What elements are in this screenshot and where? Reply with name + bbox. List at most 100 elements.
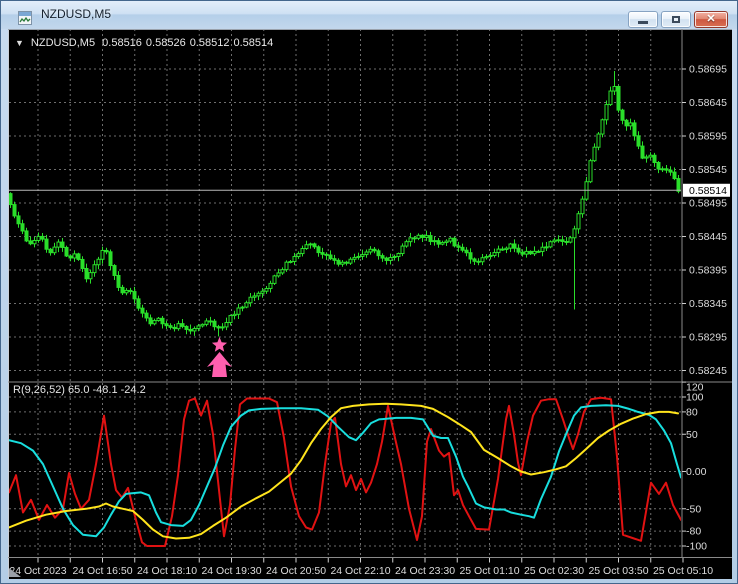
candle [580,196,585,218]
candle [124,288,129,296]
candle [372,246,377,254]
candle [180,318,185,329]
svg-text:0.58445: 0.58445 [689,231,727,243]
candle [76,252,81,261]
candle [660,166,665,172]
time-axis[interactable]: 24 Oct 2023 24 Oct 16:50 24 Oct 18:10 24 Oc… [9,558,713,577]
candle [668,166,673,176]
candle [484,254,489,260]
candle [572,225,577,310]
candle [388,253,393,265]
candle [300,245,305,257]
candle [176,320,181,331]
candle [412,236,417,243]
candle [216,324,221,337]
svg-text:24 Oct 23:30: 24 Oct 23:30 [395,565,455,577]
candle [528,250,533,256]
price-axis[interactable]: 0.58695 0.58645 0.58595 0.58545 0.58495 0.584… [682,64,730,378]
candle [164,320,169,330]
svg-text:25 Oct 05:10: 25 Oct 05:10 [653,565,713,577]
candle [144,310,149,322]
candle [92,260,97,277]
candle [508,242,513,253]
window-title: NZDUSD,M5 [41,7,112,21]
candle [616,85,621,113]
candle [64,245,69,257]
chart-canvas[interactable]: 0.58695 0.58645 0.58595 0.58545 0.58495 0.584… [8,29,732,579]
candle [44,234,49,253]
open-value: 0.58516 [102,37,142,49]
candle [240,305,245,312]
candle [132,286,137,304]
candle [428,231,433,245]
candle [100,246,105,264]
chart-client-area[interactable]: 0.58695 0.58645 0.58595 0.58545 0.58495 0.584… [8,29,732,579]
candle [128,287,133,295]
collapse-panel-icon[interactable]: ▼ [15,38,24,48]
candle [364,249,369,258]
candle [584,176,589,201]
indicator-header: R(9,26,52) 65.0 -48.1 -24.2 [13,384,146,396]
candle [108,249,113,271]
minimize-button[interactable] [628,11,658,28]
indicator-axis[interactable]: 12010080500.00-50-80-100 [682,382,707,553]
candle [544,241,549,252]
candle [308,242,313,249]
candle [140,304,145,318]
candle [112,264,117,281]
svg-text:0.58545: 0.58545 [689,164,727,176]
candle [524,246,529,258]
candle [280,267,285,275]
candle [148,314,153,327]
title-bar: NZDUSD,M5 ✕ [1,1,737,29]
minimize-icon [638,21,648,24]
candle [612,71,617,96]
candle [476,258,481,266]
candle [296,251,301,259]
restore-icon [672,16,680,23]
svg-text:-80: -80 [686,526,701,538]
candle [96,256,101,270]
candle [620,108,625,125]
candle [592,143,597,162]
candle [192,326,197,336]
candle [52,242,57,256]
svg-text:24 Oct 18:10: 24 Oct 18:10 [137,565,197,577]
candle [404,239,409,248]
candle [536,249,541,253]
candle [488,251,493,260]
candle [596,132,601,151]
close-button[interactable]: ✕ [694,11,728,28]
candle [84,263,89,283]
candle [656,160,661,174]
candle [552,237,557,244]
candle [632,119,637,141]
candle [636,131,641,150]
close-icon: ✕ [706,13,716,25]
svg-text:100: 100 [686,392,704,404]
candle [236,303,241,319]
candle [12,201,17,219]
candle [160,316,165,329]
candle [212,319,217,331]
candle [24,227,29,243]
candle [8,192,13,208]
candle [324,252,329,260]
candle [268,280,273,293]
svg-text:24 Oct 16:50: 24 Oct 16:50 [72,565,132,577]
candle [204,318,209,327]
candle [576,210,581,234]
candle [504,246,509,254]
svg-text:0.58495: 0.58495 [689,198,727,210]
candle [228,314,233,326]
restore-button[interactable] [661,11,691,28]
candle [420,234,425,243]
candle [440,240,445,246]
candle [604,100,609,125]
candle [344,260,349,266]
candle [336,258,341,267]
candle [400,243,405,257]
candle [356,252,361,260]
candle [560,235,565,246]
candle [368,246,373,255]
